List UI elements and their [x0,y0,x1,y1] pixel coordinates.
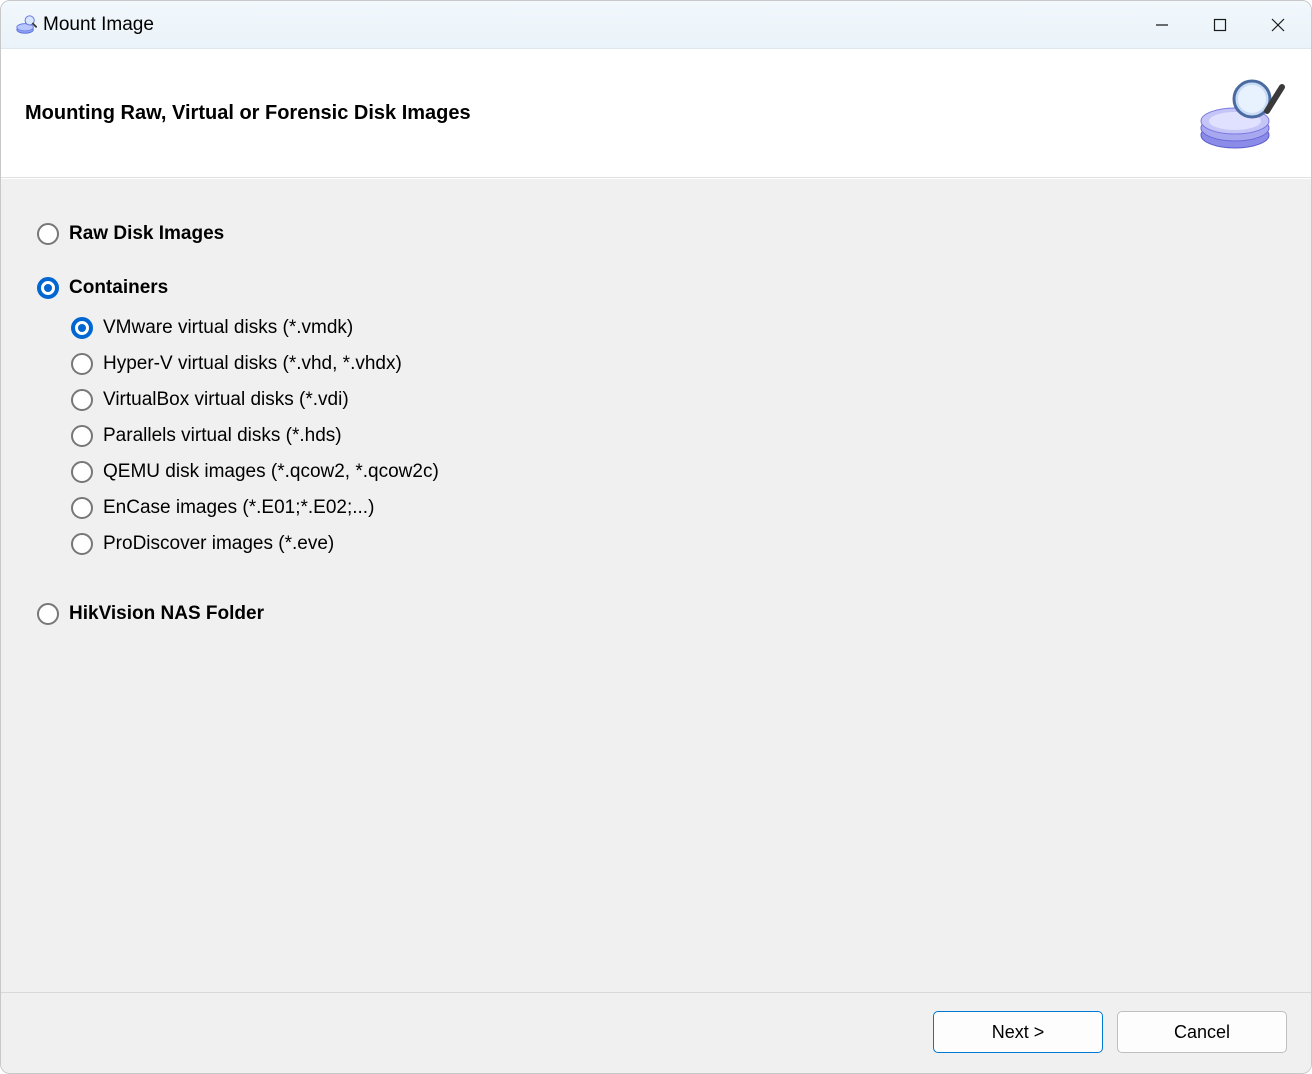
titlebar: Mount Image [1,1,1311,49]
wizard-header: Mounting Raw, Virtual or Forensic Disk I… [1,49,1311,178]
radio-icon [71,389,93,411]
app-icon [15,14,37,36]
radio-icon [71,425,93,447]
minimize-icon [1155,18,1169,32]
cancel-button-label: Cancel [1174,1022,1230,1043]
window-controls [1133,1,1307,48]
option-vmware[interactable]: VMware virtual disks (*.vmdk) [71,317,1275,339]
option-label: HikVision NAS Folder [69,603,264,625]
content-area: Raw Disk Images Containers VMware virtua… [1,178,1311,992]
option-encase[interactable]: EnCase images (*.E01;*.E02;...) [71,497,1275,519]
option-parallels[interactable]: Parallels virtual disks (*.hds) [71,425,1275,447]
maximize-icon [1213,18,1227,32]
radio-icon [71,497,93,519]
option-prodiscover[interactable]: ProDiscover images (*.eve) [71,533,1275,555]
close-icon [1271,18,1285,32]
option-virtualbox[interactable]: VirtualBox virtual disks (*.vdi) [71,389,1275,411]
containers-sub-options: VMware virtual disks (*.vmdk) Hyper-V vi… [37,317,1275,555]
page-title: Mounting Raw, Virtual or Forensic Disk I… [25,102,471,125]
option-label: ProDiscover images (*.eve) [103,533,334,555]
close-button[interactable] [1249,1,1307,48]
radio-icon [71,353,93,375]
radio-icon [71,533,93,555]
option-label: VirtualBox virtual disks (*.vdi) [103,389,349,411]
option-label: VMware virtual disks (*.vmdk) [103,317,353,339]
radio-icon [71,317,93,339]
option-label: EnCase images (*.E01;*.E02;...) [103,497,374,519]
option-hikvision-nas[interactable]: HikVision NAS Folder [37,603,1275,625]
option-label: Parallels virtual disks (*.hds) [103,425,342,447]
next-button[interactable]: Next > [933,1011,1103,1053]
maximize-button[interactable] [1191,1,1249,48]
disk-magnifier-icon [1197,73,1287,153]
window-title: Mount Image [43,14,1133,36]
radio-icon [37,223,59,245]
option-label: Containers [69,277,168,299]
cancel-button[interactable]: Cancel [1117,1011,1287,1053]
option-label: QEMU disk images (*.qcow2, *.qcow2c) [103,461,439,483]
option-containers[interactable]: Containers [37,277,1275,299]
next-button-label: Next > [992,1022,1045,1043]
option-raw-disk-images[interactable]: Raw Disk Images [37,223,1275,245]
radio-icon [37,277,59,299]
wizard-footer: Next > Cancel [1,992,1311,1073]
option-label: Hyper-V virtual disks (*.vhd, *.vhdx) [103,353,402,375]
radio-icon [37,603,59,625]
radio-icon [71,461,93,483]
option-hyperv[interactable]: Hyper-V virtual disks (*.vhd, *.vhdx) [71,353,1275,375]
mount-image-window: Mount Image Mounting Raw, Virtual or For… [0,0,1312,1074]
minimize-button[interactable] [1133,1,1191,48]
option-label: Raw Disk Images [69,223,224,245]
option-qemu[interactable]: QEMU disk images (*.qcow2, *.qcow2c) [71,461,1275,483]
